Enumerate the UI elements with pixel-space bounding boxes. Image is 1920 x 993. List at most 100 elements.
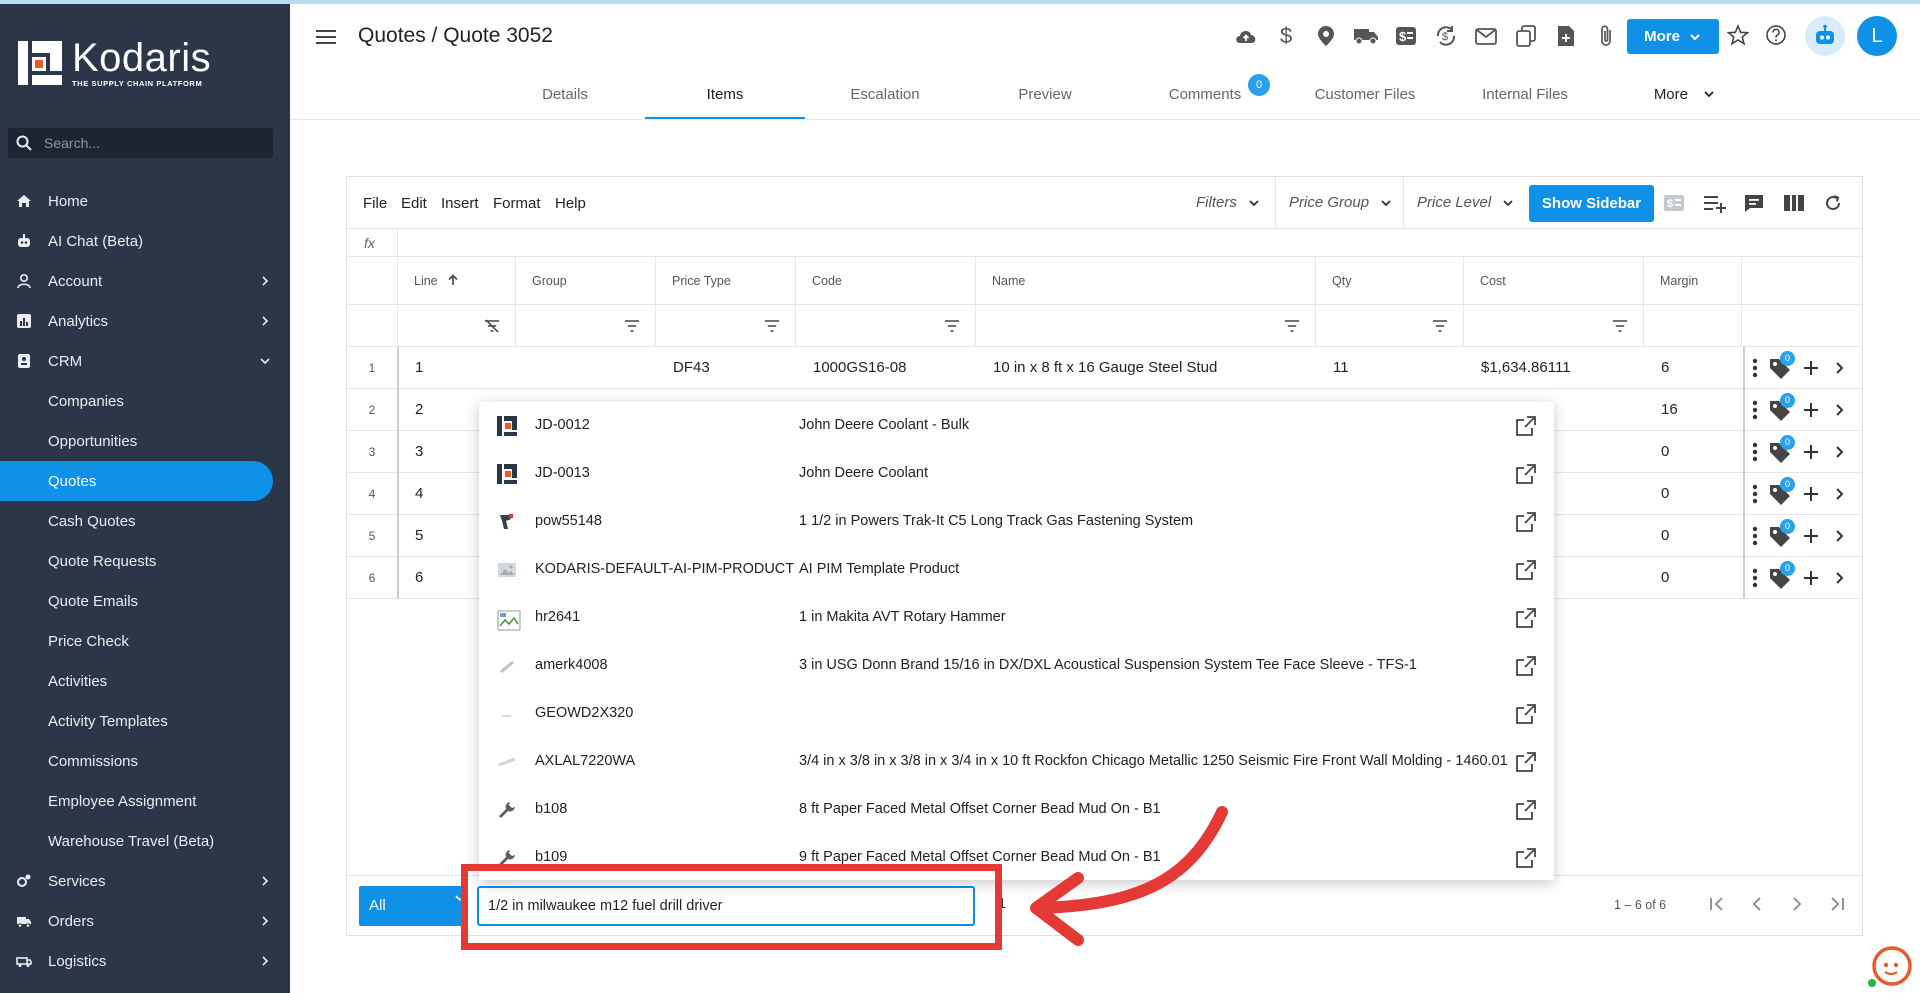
suggestion-item[interactable]: JD-0012 John Deere Coolant - Bulk (479, 402, 1554, 450)
cell-margin[interactable]: 0 (1661, 443, 1669, 460)
column-header-group[interactable]: Group (515, 257, 655, 305)
sidebar-item-ai-chat[interactable]: AI Chat (Beta) (0, 221, 290, 261)
add-row-icon[interactable] (1703, 193, 1727, 213)
more-vertical-icon[interactable] (1751, 399, 1759, 421)
menu-edit[interactable]: Edit (401, 195, 427, 212)
suggestion-item[interactable]: pow55148 1 1/2 in Powers Trak-It C5 Long… (479, 498, 1554, 546)
formula-bar[interactable]: fx (347, 229, 1862, 257)
refresh-icon[interactable] (1823, 193, 1843, 213)
open-in-new-icon[interactable] (1515, 799, 1537, 821)
menu-format[interactable]: Format (493, 195, 541, 212)
filter-cell-qty[interactable] (1315, 305, 1463, 347)
column-header-qty[interactable]: Qty (1315, 257, 1463, 305)
plus-icon[interactable] (1801, 400, 1821, 420)
tab-comments[interactable]: Comments 0 (1125, 74, 1285, 120)
mail-icon[interactable] (1472, 22, 1500, 50)
table-row[interactable]: 1 1 DF43 1000GS16-08 10 in x 8 ft x 16 G… (347, 347, 1862, 389)
filter-cell-code[interactable] (795, 305, 975, 347)
menu-insert[interactable]: Insert (441, 195, 479, 212)
delivery-truck-icon[interactable] (1352, 22, 1380, 50)
sidebar-item-quote-requests[interactable]: Quote Requests (0, 541, 290, 581)
suggestion-item[interactable]: b108 8 ft Paper Faced Metal Offset Corne… (479, 786, 1554, 834)
cell-margin[interactable]: 0 (1661, 527, 1669, 544)
filter-cell-price-type[interactable] (655, 305, 795, 347)
filter-icon[interactable] (764, 319, 780, 333)
cell-margin[interactable]: 6 (1661, 359, 1669, 376)
price-level-dropdown[interactable]: Price Level (1417, 194, 1515, 211)
cell-line[interactable]: 5 (415, 527, 423, 544)
show-sidebar-button[interactable]: Show Sidebar (1529, 185, 1654, 222)
menu-file[interactable]: File (363, 195, 387, 212)
plus-icon[interactable] (1801, 358, 1821, 378)
columns-icon[interactable] (1783, 193, 1805, 213)
open-in-new-icon[interactable] (1515, 751, 1537, 773)
cell-line[interactable]: 1 (415, 359, 423, 376)
cell-line[interactable]: 4 (415, 485, 423, 502)
copy-icon[interactable] (1512, 22, 1540, 50)
open-in-new-icon[interactable] (1515, 559, 1537, 581)
sidebar-item-account[interactable]: Account (0, 261, 290, 301)
price-tag-button[interactable]: 0 (1767, 351, 1795, 381)
column-header-margin[interactable]: Margin (1643, 257, 1741, 305)
cell-line[interactable]: 2 (415, 401, 423, 418)
filters-dropdown[interactable]: Filters (1196, 194, 1261, 211)
sidebar-item-services[interactable]: Services (0, 861, 290, 901)
scope-select[interactable]: All (359, 886, 464, 926)
hamburger-menu-icon[interactable] (316, 28, 336, 46)
sidebar-item-cash-quotes[interactable]: Cash Quotes (0, 501, 290, 541)
previous-page-icon[interactable] (1747, 894, 1767, 914)
plus-icon[interactable] (1801, 526, 1821, 546)
suggestion-item[interactable]: hr2641 1 in Makita AVT Rotary Hammer (479, 594, 1554, 642)
cell-line[interactable]: 3 (415, 443, 423, 460)
open-in-new-icon[interactable] (1515, 415, 1537, 437)
new-document-icon[interactable] (1552, 22, 1580, 50)
sidebar-item-price-check[interactable]: Price Check (0, 621, 290, 661)
cell-code[interactable]: 1000GS16-08 (813, 359, 906, 376)
cell-margin[interactable]: 16 (1661, 401, 1678, 418)
cell-line[interactable]: 6 (415, 569, 423, 586)
tab-preview[interactable]: Preview (965, 80, 1125, 120)
sidebar-item-crm[interactable]: CRM (0, 341, 290, 381)
chevron-right-icon[interactable] (1831, 486, 1847, 502)
price-tag-button[interactable]: 0 (1767, 477, 1795, 507)
cell-margin[interactable]: 0 (1661, 569, 1669, 586)
chevron-right-icon[interactable] (1831, 528, 1847, 544)
more-vertical-icon[interactable] (1751, 483, 1759, 505)
suggestion-item[interactable]: JD-0013 John Deere Coolant (479, 450, 1554, 498)
chevron-right-icon[interactable] (1831, 570, 1847, 586)
price-tag-button[interactable]: 0 (1767, 561, 1795, 591)
open-in-new-icon[interactable] (1515, 703, 1537, 725)
tab-escalation[interactable]: Escalation (805, 80, 965, 120)
sidebar-search-input[interactable] (44, 135, 244, 151)
filter-icon[interactable] (1284, 319, 1300, 333)
more-vertical-icon[interactable] (1751, 357, 1759, 379)
price-group-dropdown[interactable]: Price Group (1289, 194, 1393, 211)
sidebar-item-logistics[interactable]: Logistics (0, 941, 290, 981)
sidebar-item-activity-templates[interactable]: Activity Templates (0, 701, 290, 741)
attachment-icon[interactable] (1592, 22, 1620, 50)
filter-cell-name[interactable] (975, 305, 1315, 347)
header-more-button[interactable]: More (1627, 19, 1719, 54)
tab-more[interactable]: More (1605, 80, 1765, 120)
suggestion-item[interactable]: AXLAL7220WA 3/4 in x 3/8 in x 3/8 in x 3… (479, 738, 1554, 786)
suggestion-item[interactable]: GEOWD2X320 (479, 690, 1554, 738)
price-tag-button[interactable]: 0 (1767, 435, 1795, 465)
clear-filter-icon[interactable] (484, 319, 500, 333)
sidebar-item-analytics[interactable]: Analytics (0, 301, 290, 341)
help-icon[interactable] (1765, 24, 1787, 46)
chat-support-icon[interactable] (1866, 942, 1912, 988)
more-vertical-icon[interactable] (1751, 567, 1759, 589)
plus-icon[interactable] (1801, 484, 1821, 504)
chevron-right-icon[interactable] (1831, 360, 1847, 376)
suggestion-item[interactable]: KODARIS-DEFAULT-AI-PIM-PRODUCT AI PIM Te… (479, 546, 1554, 594)
invoice-dollar-icon[interactable]: $ (1663, 193, 1685, 213)
invoice-dollar-icon[interactable]: $ (1392, 22, 1420, 50)
currency-sync-icon[interactable]: $ (1432, 22, 1460, 50)
column-header-code[interactable]: Code (795, 257, 975, 305)
sidebar-item-activities[interactable]: Activities (0, 661, 290, 701)
cell-margin[interactable]: 0 (1661, 485, 1669, 502)
map-pin-icon[interactable] (1312, 22, 1340, 50)
menu-help[interactable]: Help (555, 195, 586, 212)
sidebar-item-orders[interactable]: Orders (0, 901, 290, 941)
filter-cell-line[interactable] (397, 305, 515, 347)
